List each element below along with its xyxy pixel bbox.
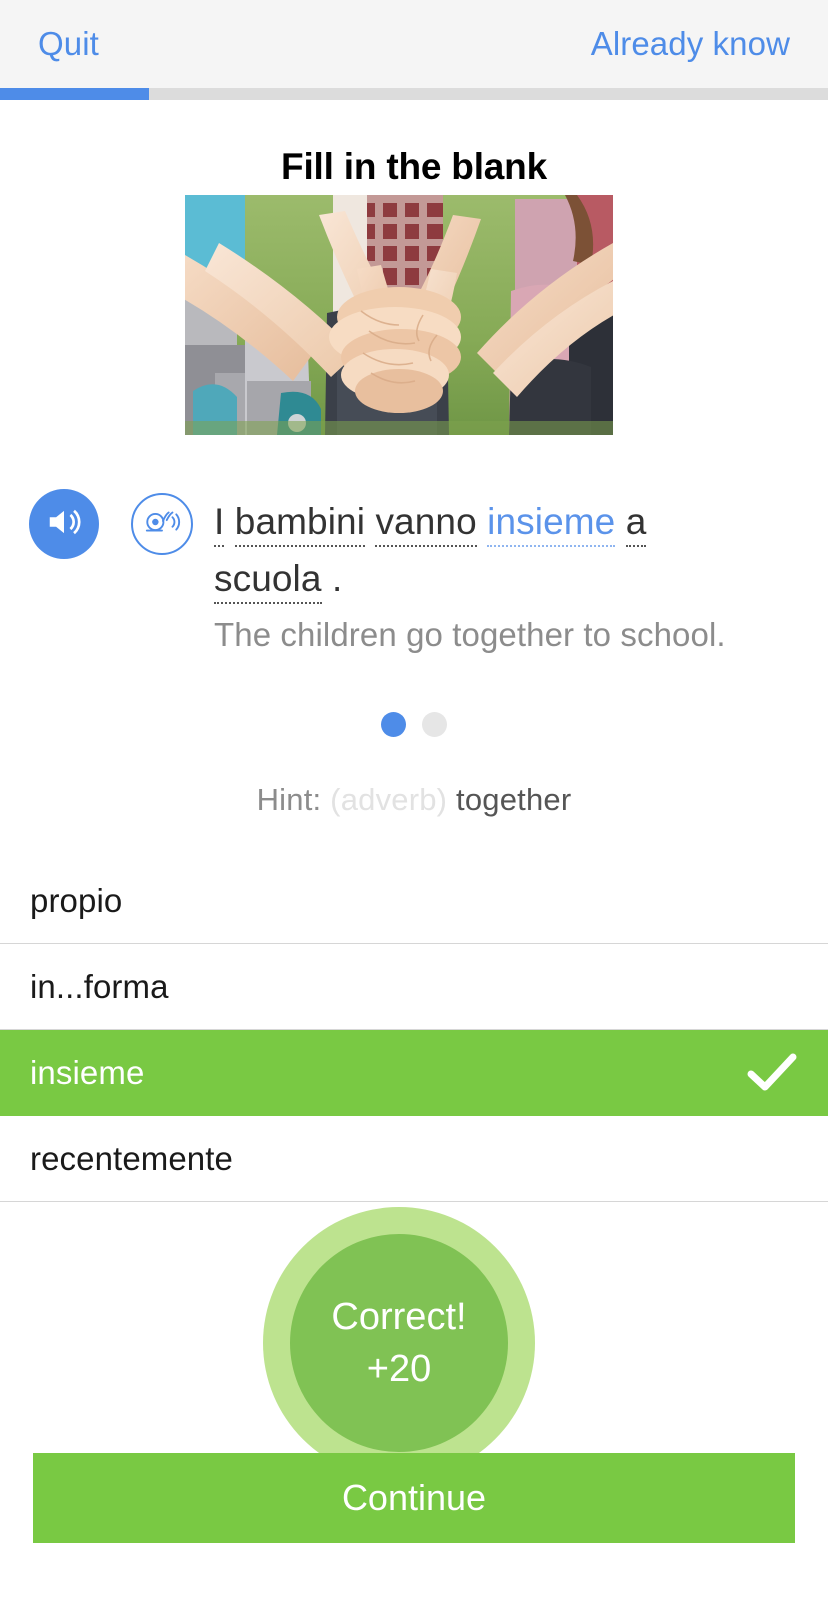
sentence-token-answer: insieme [487,501,616,547]
sentence-translation: The children go together to school. [214,616,726,653]
hint-word: together [456,782,572,817]
sentence-token: I [214,501,225,547]
answer-option-label: in...forma [30,967,169,1005]
sentence-token-punctuation: . [331,558,343,599]
progress-bar-fill [0,88,150,100]
continue-button[interactable]: Continue [33,1453,795,1543]
pager-dots [0,712,828,737]
snail-speaker-icon [143,507,181,542]
play-audio-button[interactable] [29,489,99,559]
check-icon [746,1047,798,1099]
hint-row: Hint: (adverb) together [0,782,828,818]
top-bar: Quit Already know [0,0,828,88]
progress-bar [0,88,828,100]
feedback-points-text: +20 [366,1348,432,1390]
answer-option[interactable]: in...forma [0,944,828,1030]
answer-options: propio in...forma insieme recentemente [0,858,828,1202]
sentence-token: vanno [375,501,477,547]
sentence-token: bambini [234,501,366,547]
speaker-icon [45,503,83,546]
exercise-screen: Quit Already know Fill in the blank I ba… [0,0,828,1624]
answer-option[interactable]: propio [0,858,828,944]
sentence-token: scuola [214,558,322,604]
hint-label: Hint: [256,782,322,817]
answer-option[interactable]: recentemente [0,1116,828,1202]
answer-option-label: insieme [30,1053,145,1091]
quit-button[interactable]: Quit [38,25,99,63]
page-title: Fill in the blank [281,146,547,187]
sentence-token: a [625,501,647,547]
correct-feedback-inner: Correct! +20 [290,1234,508,1452]
correct-feedback-badge: Correct! +20 [263,1207,535,1479]
pager-dot[interactable] [422,712,447,737]
hint-part-of-speech: (adverb) [330,782,448,817]
exercise-image [185,195,613,435]
answer-option-label: propio [30,881,123,919]
play-slow-audio-button[interactable] [131,493,193,555]
answer-option-selected-correct[interactable]: insieme [0,1030,828,1116]
feedback-result-text: Correct! [331,1296,467,1338]
pager-dot-active[interactable] [381,712,406,737]
already-know-button[interactable]: Already know [591,25,790,63]
sentence-prompt: I bambini vanno insieme a scuola . [214,493,714,607]
answer-option-label: recentemente [30,1139,233,1177]
